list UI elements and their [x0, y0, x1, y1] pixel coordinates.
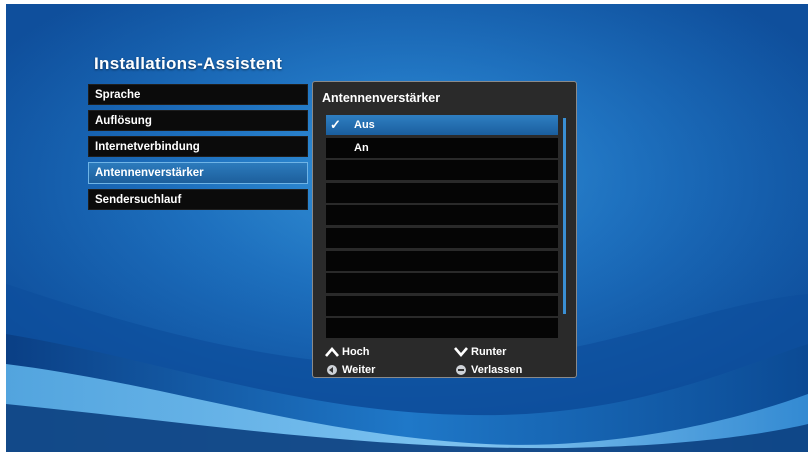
empty-row — [326, 273, 558, 294]
hint-exit-label: Verlassen — [471, 364, 523, 376]
empty-row — [326, 318, 558, 339]
hint-exit: Verlassen — [453, 363, 522, 377]
panel-title: Antennenverstärker — [322, 91, 441, 105]
empty-row — [326, 295, 558, 316]
option-label: Aus — [354, 119, 375, 131]
chevron-up-icon — [324, 345, 340, 359]
checkmark-icon: ✓ — [330, 117, 341, 132]
hint-next-label: Weiter — [342, 364, 376, 376]
menu-item-aufloesung[interactable]: Auflösung — [88, 110, 308, 131]
hint-up-label: Hoch — [342, 346, 370, 358]
options-panel: Antennenverstärker ✓ Aus An Hoch Runter … — [312, 81, 577, 378]
option-an[interactable]: An — [326, 137, 558, 158]
list-scrollbar[interactable] — [563, 118, 566, 314]
exit-button-icon — [453, 363, 469, 377]
wizard-title: Installations-Assistent — [94, 54, 283, 73]
empty-row — [326, 250, 558, 271]
hint-next: Weiter — [324, 363, 375, 377]
chevron-down-icon — [453, 345, 469, 359]
menu-item-sendersuchlauf[interactable]: Sendersuchlauf — [88, 189, 308, 210]
empty-row — [326, 182, 558, 203]
menu-item-sprache[interactable]: Sprache — [88, 84, 308, 105]
hint-down-label: Runter — [471, 346, 507, 358]
menu-item-internetverbindung[interactable]: Internetverbindung — [88, 136, 308, 157]
hint-up: Hoch — [324, 345, 370, 359]
wizard-menu: Sprache Auflösung Internetverbindung Ant… — [88, 84, 308, 215]
tv-screen: Installations-Assistent Sprache Auflösun… — [6, 4, 808, 452]
empty-row — [326, 227, 558, 248]
option-aus[interactable]: ✓ Aus — [326, 115, 558, 135]
hint-down: Runter — [453, 345, 506, 359]
back-button-icon — [324, 363, 340, 377]
option-label: An — [354, 141, 369, 154]
menu-item-antennenverstaerker[interactable]: Antennenverstärker — [88, 162, 308, 184]
empty-row — [326, 205, 558, 226]
empty-row — [326, 160, 558, 181]
options-list: ✓ Aus An — [326, 115, 558, 341]
